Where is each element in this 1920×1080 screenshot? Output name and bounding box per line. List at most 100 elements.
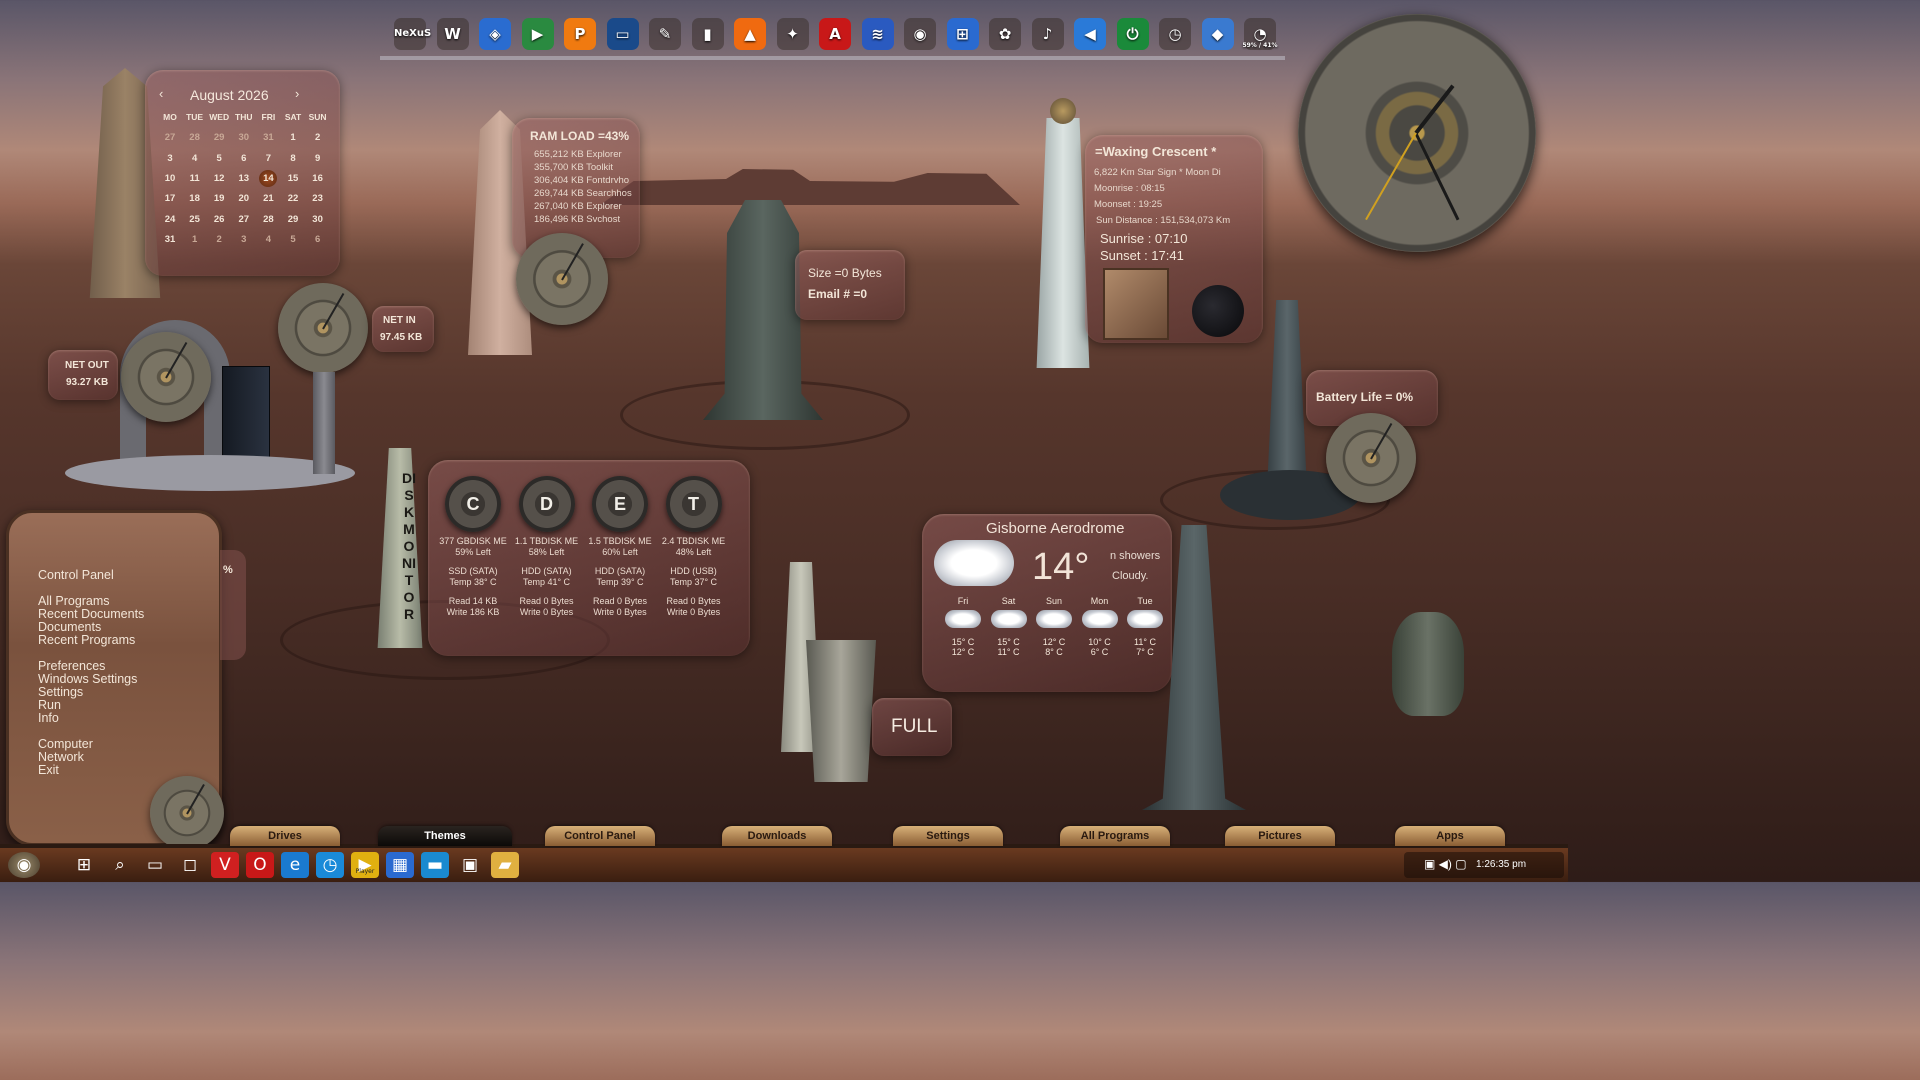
calendar-day[interactable]: 8: [282, 153, 304, 164]
tab-themes[interactable]: Themes: [378, 826, 512, 846]
gimp-icon[interactable]: ✎: [649, 18, 681, 50]
next-month-button[interactable]: ›: [295, 86, 299, 101]
menu-dial[interactable]: [150, 776, 224, 850]
chat-icon[interactable]: ◻: [176, 852, 204, 878]
calendar-day[interactable]: 10: [159, 173, 181, 184]
calendar-day[interactable]: 11: [184, 173, 206, 184]
menu-item-recent-programs[interactable]: Recent Programs: [38, 634, 144, 647]
media-icon[interactable]: ▶: [521, 18, 554, 50]
power-icon[interactable]: ⏻: [1116, 18, 1149, 50]
orb-icon[interactable]: ◉: [8, 852, 40, 878]
prev-month-button[interactable]: ‹: [159, 86, 163, 101]
calendar-day[interactable]: 16: [307, 173, 329, 184]
nexus-icon[interactable]: NeXuS: [394, 18, 431, 50]
calendar-day[interactable]: 29: [282, 214, 304, 225]
windows-icon[interactable]: ⊞: [946, 18, 979, 50]
tab-all-programs[interactable]: All Programs: [1060, 826, 1170, 846]
player-icon[interactable]: P: [564, 18, 596, 50]
calendar-day[interactable]: 13: [233, 173, 255, 184]
calendar-day[interactable]: 6: [307, 234, 329, 245]
calendar-day[interactable]: 7: [257, 153, 279, 164]
calendar-day[interactable]: 19: [208, 193, 230, 204]
camera-icon[interactable]: ◉: [904, 18, 936, 50]
calendar-day[interactable]: 29: [208, 132, 230, 143]
player-icon[interactable]: ▶ Player: [351, 852, 379, 878]
calendar-day[interactable]: 17: [159, 193, 181, 204]
menu-item-info[interactable]: Info: [38, 712, 144, 725]
tab-downloads[interactable]: Downloads: [722, 826, 832, 846]
music-icon[interactable]: ♪: [1031, 18, 1064, 50]
net-in-post: [313, 372, 335, 474]
wave-icon[interactable]: ≋: [861, 18, 894, 50]
calendar-day[interactable]: 23: [307, 193, 329, 204]
task-view-icon[interactable]: ▭: [141, 852, 169, 878]
kodi-icon[interactable]: ◈: [479, 18, 511, 50]
windows-start-icon[interactable]: ⊞: [70, 852, 98, 878]
acrobat-icon[interactable]: A: [819, 18, 851, 50]
tab-settings[interactable]: Settings: [893, 826, 1003, 846]
vivaldi-icon[interactable]: V: [211, 852, 239, 878]
calendar-day[interactable]: 3: [233, 234, 255, 245]
window-icon[interactable]: ▬: [421, 852, 449, 878]
colors-icon[interactable]: ◆: [1201, 18, 1234, 50]
calendar-day[interactable]: 30: [233, 132, 255, 143]
calendar-day[interactable]: 1: [282, 132, 304, 143]
calendar-day[interactable]: 27: [233, 214, 255, 225]
paint-icon[interactable]: ✿: [989, 18, 1021, 50]
calendar-day[interactable]: 5: [208, 153, 230, 164]
monitor-icon[interactable]: ▭: [606, 18, 639, 50]
disk-gauge[interactable]: E: [592, 476, 648, 532]
cpu-meter-icon[interactable]: ◔ 59% / 41%: [1242, 18, 1278, 50]
calendar-day[interactable]: 3: [159, 153, 181, 164]
clock[interactable]: 1:26:35 pm: [1476, 859, 1526, 870]
tab-pictures[interactable]: Pictures: [1225, 826, 1335, 846]
disk-gauge[interactable]: C: [445, 476, 501, 532]
calendar-day[interactable]: 18: [184, 193, 206, 204]
recycle-bin-icon[interactable]: [806, 640, 876, 782]
calendar-day[interactable]: 12: [208, 173, 230, 184]
calendar-day[interactable]: 6: [233, 153, 255, 164]
book-icon[interactable]: ▮: [691, 18, 724, 50]
tab-drives[interactable]: Drives: [230, 826, 340, 846]
network-icon[interactable]: ✦: [776, 18, 809, 50]
disk-gauge[interactable]: D: [518, 476, 575, 532]
calendar-day[interactable]: 20: [233, 193, 255, 204]
calendar-day[interactable]: 28: [257, 214, 279, 225]
edge-icon[interactable]: e: [281, 852, 309, 878]
calendar-day[interactable]: 30: [307, 214, 329, 225]
menu-item-control-panel[interactable]: Control Panel: [38, 569, 144, 582]
calendar-day[interactable]: 28: [184, 132, 206, 143]
calendar-day[interactable]: 25: [184, 214, 206, 225]
calendar-day[interactable]: 31: [159, 234, 181, 245]
remote-desktop-icon[interactable]: ▣: [456, 852, 484, 878]
tab-apps[interactable]: Apps: [1395, 826, 1505, 846]
calendar-day[interactable]: 2: [208, 234, 230, 245]
calendar-day[interactable]: 26: [208, 214, 230, 225]
calendar-day[interactable]: 4: [257, 234, 279, 245]
calendar-day[interactable]: 1: [184, 234, 206, 245]
opera-icon[interactable]: O: [246, 852, 274, 878]
volume-icon[interactable]: ◀: [1074, 18, 1106, 50]
calendar-day[interactable]: 27: [159, 132, 181, 143]
alarm-icon[interactable]: ◷: [1159, 18, 1191, 50]
timer-icon[interactable]: ◷: [316, 852, 344, 878]
menu-item-exit[interactable]: Exit: [38, 764, 144, 777]
search-icon[interactable]: ⌕: [106, 852, 134, 878]
vlc-icon[interactable]: ▲: [734, 18, 766, 50]
calendar-day[interactable]: 31: [257, 132, 279, 143]
calendar-day[interactable]: 24: [159, 214, 181, 225]
calendar-day[interactable]: 4: [184, 153, 206, 164]
calendar-day[interactable]: 9: [307, 153, 329, 164]
tab-control-panel[interactable]: Control Panel: [545, 826, 655, 846]
calendar-day[interactable]: 15: [282, 173, 304, 184]
calendar-day[interactable]: 2: [307, 132, 329, 143]
folder-icon[interactable]: ▰: [491, 852, 519, 878]
winamp-icon[interactable]: W: [436, 18, 469, 50]
calendar-day[interactable]: 21: [257, 193, 279, 204]
tray-icons[interactable]: ▣ ◀) ▢: [1424, 857, 1467, 871]
store-icon[interactable]: ▦: [386, 852, 414, 878]
calendar-day[interactable]: 14: [259, 169, 278, 187]
calendar-day[interactable]: 22: [282, 193, 304, 204]
disk-gauge[interactable]: T: [665, 476, 722, 532]
calendar-day[interactable]: 5: [282, 234, 304, 245]
